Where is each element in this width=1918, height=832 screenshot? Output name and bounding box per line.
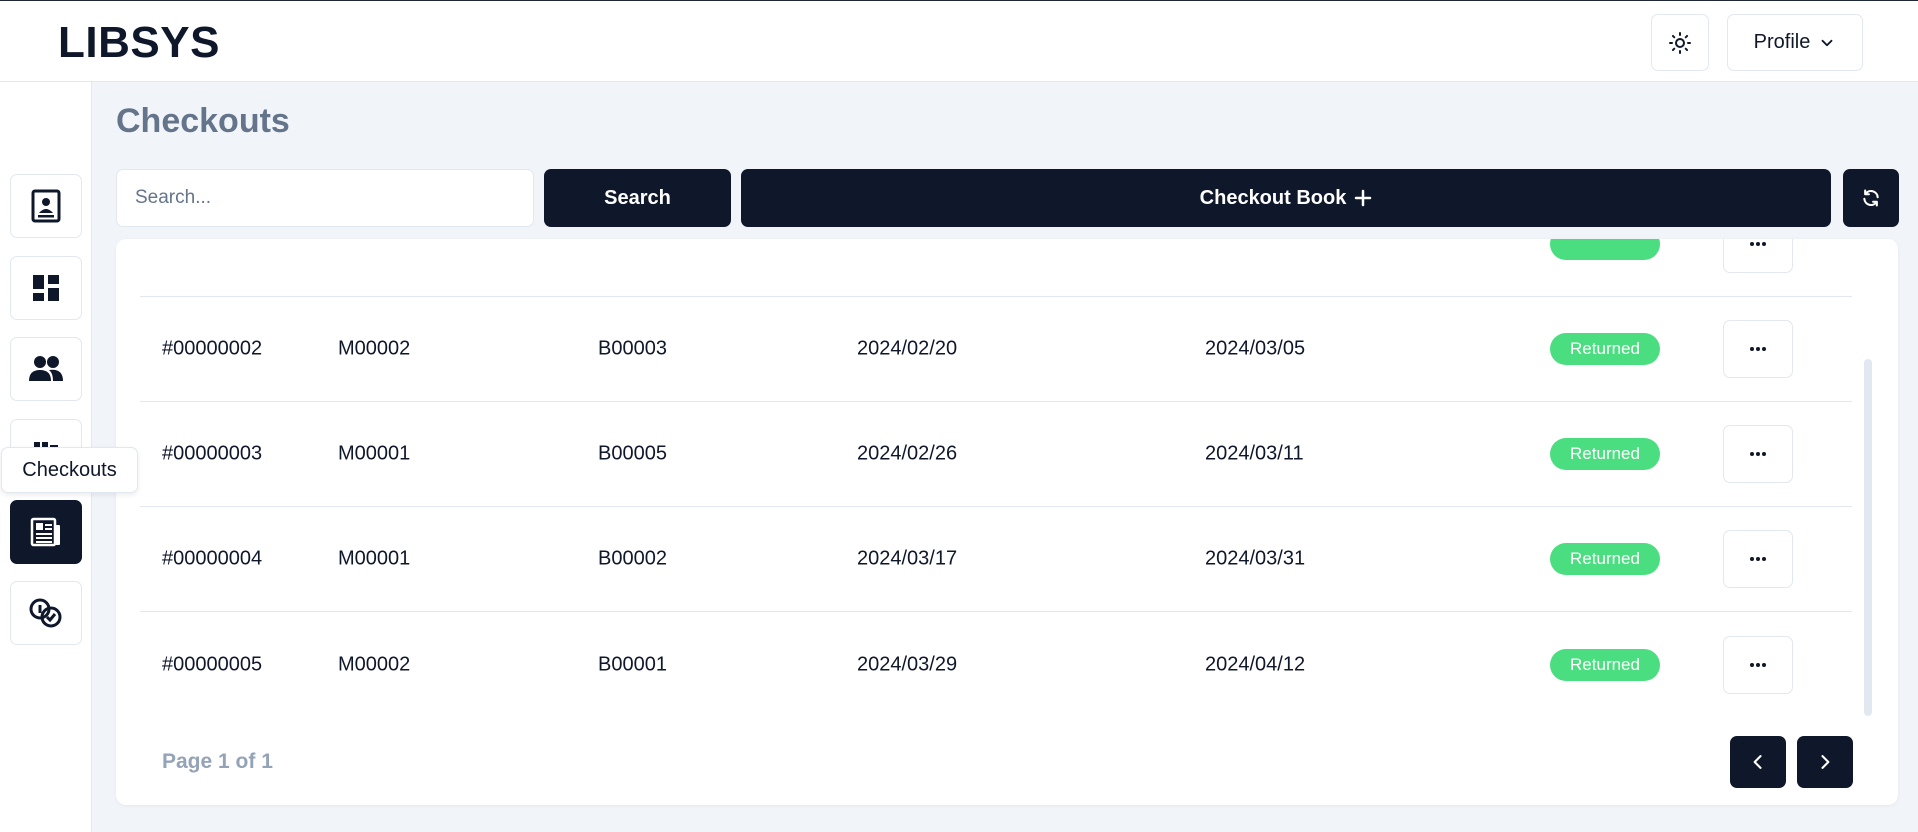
row-actions-button[interactable] — [1723, 239, 1793, 273]
previous-page-button[interactable] — [1730, 736, 1786, 788]
table-row: #00000002 M00002 B00003 2024/02/20 2024/… — [140, 297, 1852, 402]
sidebar-item-dashboard[interactable] — [10, 256, 82, 320]
table-row: #00000003 M00001 B00005 2024/02/26 2024/… — [140, 402, 1852, 507]
checkout-id: #00000002 — [162, 337, 263, 360]
search-button[interactable]: Search — [544, 169, 731, 227]
top-header: LIBSYS Profile — [0, 0, 1918, 82]
profile-dropdown-button[interactable]: Profile — [1727, 14, 1863, 71]
due-date: 2024/03/31 — [1205, 547, 1306, 570]
status-badge — [1550, 239, 1660, 260]
checkout-date: 2024/02/20 — [857, 337, 958, 360]
book-id: B00001 — [598, 653, 667, 675]
ellipsis-icon — [1750, 662, 1766, 667]
page-title: Checkouts — [116, 102, 290, 140]
ellipsis-icon — [1750, 452, 1766, 456]
status-badge: Returned — [1550, 648, 1660, 681]
search-input[interactable] — [116, 169, 534, 227]
member-id: M00002 — [338, 653, 411, 675]
chevron-left-icon — [1753, 755, 1762, 769]
member-id: M00001 — [338, 547, 411, 570]
status-badge: Returned — [1550, 438, 1660, 470]
chevron-down-icon — [1821, 39, 1833, 46]
sidebar-tooltip: Checkouts — [1, 447, 138, 493]
checkout-book-label: Checkout Book — [1199, 186, 1347, 209]
chevron-right-icon — [1821, 755, 1830, 769]
checkout-id: #00000005 — [162, 653, 263, 675]
status-badge: Returned — [1550, 333, 1660, 365]
checkout-book-button[interactable]: Checkout Book — [741, 169, 1831, 227]
due-date: 2024/03/11 — [1205, 442, 1304, 465]
checkouts-table: #00000002 M00002 B00003 2024/02/20 2024/… — [116, 239, 1898, 805]
plus-icon — [1355, 189, 1372, 207]
table-body: #00000002 M00002 B00003 2024/02/20 2024/… — [140, 239, 1852, 709]
checkout-date: 2024/02/26 — [857, 442, 958, 465]
checkout-id: #00000004 — [162, 547, 263, 570]
refresh-icon — [1863, 189, 1879, 207]
ellipsis-icon — [1750, 347, 1766, 351]
status-badge: Returned — [1550, 543, 1660, 575]
pagination-label: Page 1 of 1 — [162, 750, 273, 773]
sidebar-item-fines[interactable] — [10, 581, 82, 645]
table-scrollbar[interactable] — [1864, 359, 1872, 716]
checkout-date: 2024/03/17 — [857, 547, 958, 570]
checkout-id: #00000003 — [162, 442, 263, 465]
newspaper-icon — [30, 517, 60, 547]
due-date: 2024/04/12 — [1205, 653, 1306, 675]
sidebar-item-members[interactable] — [10, 337, 82, 401]
book-id: B00003 — [598, 337, 667, 360]
ellipsis-icon — [1750, 557, 1766, 561]
next-page-button[interactable] — [1797, 736, 1853, 788]
sun-icon — [1669, 31, 1691, 54]
checkout-date: 2024/03/29 — [857, 653, 958, 675]
sidebar-item-contacts[interactable] — [10, 174, 82, 238]
row-actions-button[interactable] — [1723, 320, 1793, 378]
row-actions-button[interactable] — [1723, 530, 1793, 588]
book-id: B00005 — [598, 442, 667, 465]
table-row: #00000004 M00001 B00002 2024/03/17 2024/… — [140, 507, 1852, 612]
member-id: M00001 — [338, 442, 411, 465]
coins-icon — [29, 598, 62, 628]
app-logo: LIBSYS — [58, 18, 220, 67]
due-date: 2024/03/05 — [1205, 337, 1306, 360]
ellipsis-icon — [1750, 242, 1766, 246]
sidebar-item-checkouts[interactable] — [10, 500, 82, 564]
profile-label: Profile — [1753, 31, 1811, 53]
dashboard-icon — [33, 275, 59, 301]
row-actions-button[interactable] — [1723, 425, 1793, 483]
member-id: M00002 — [338, 337, 411, 360]
table-row: #00000005 M00002 B00001 2024/03/29 2024/… — [140, 612, 1852, 709]
refresh-button[interactable] — [1843, 169, 1899, 227]
table-row — [140, 239, 1852, 297]
id-card-icon — [31, 189, 61, 223]
book-id: B00002 — [598, 547, 667, 570]
theme-toggle-button[interactable] — [1651, 14, 1709, 71]
row-actions-button[interactable] — [1723, 635, 1793, 694]
users-icon — [29, 356, 63, 381]
